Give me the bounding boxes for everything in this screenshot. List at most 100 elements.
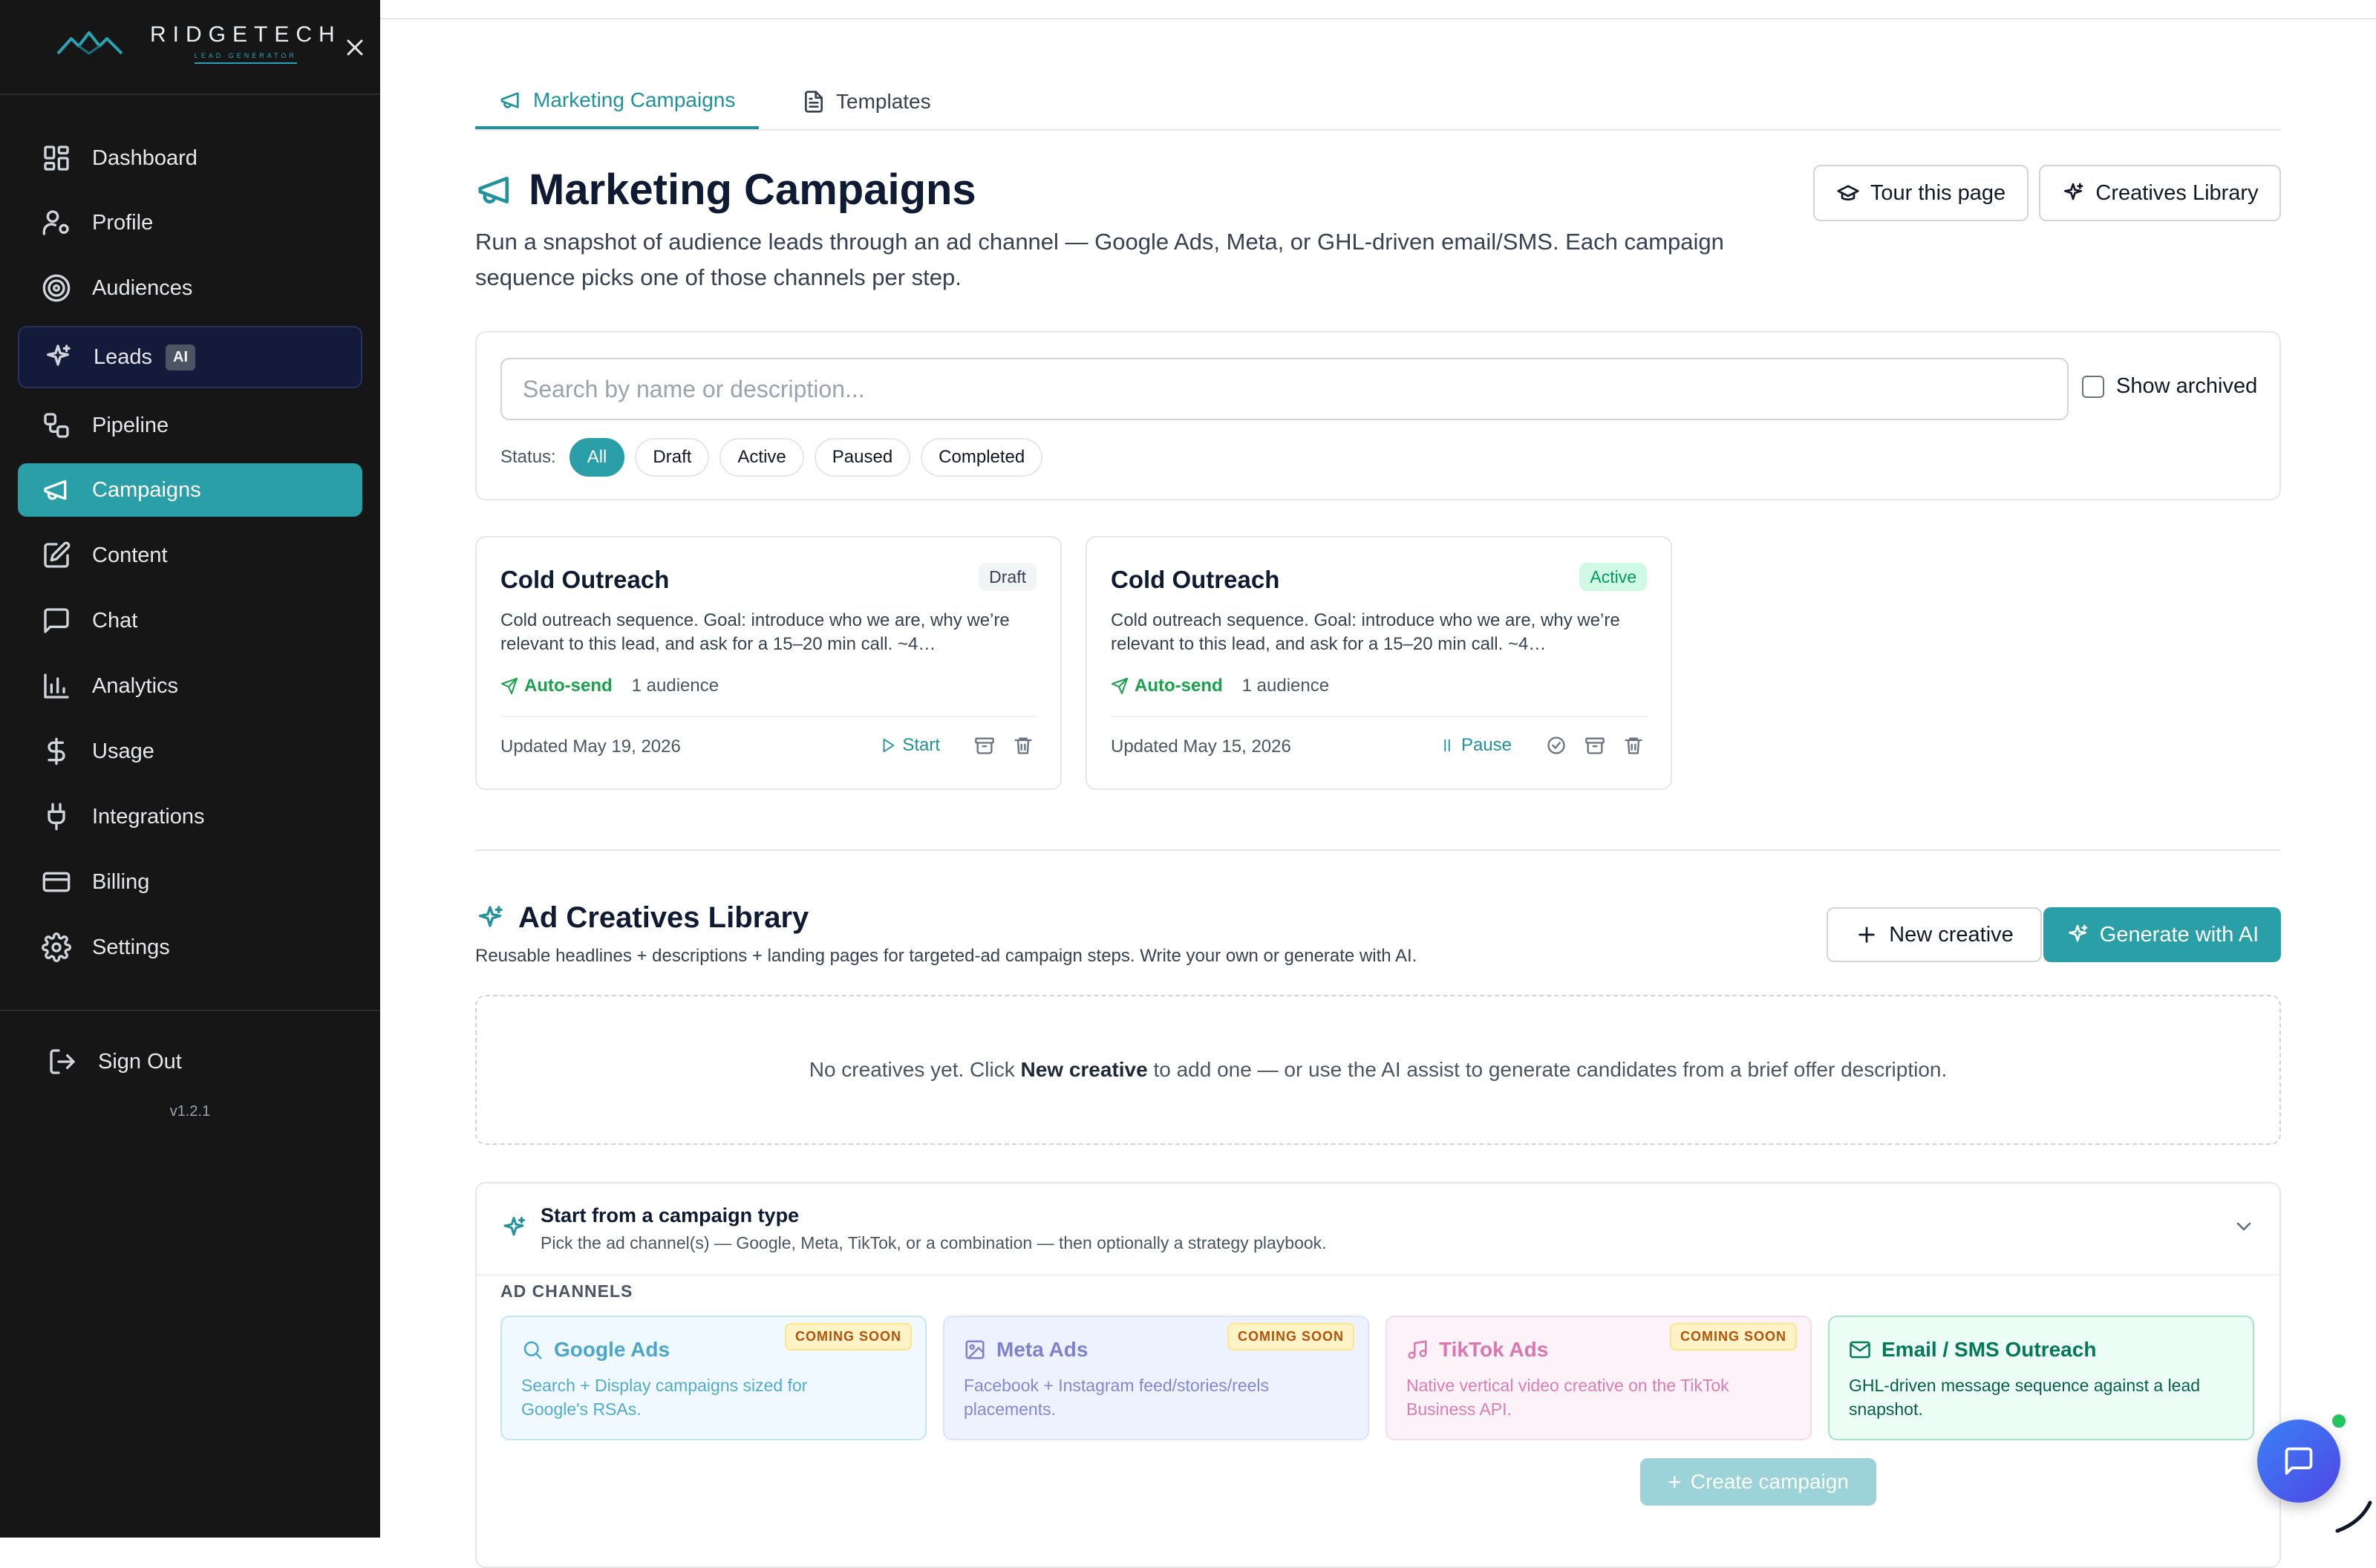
- sidebar-item-audiences[interactable]: Audiences: [18, 261, 362, 315]
- channel-google-ads[interactable]: COMING SOON Google Ads Search + Display …: [500, 1316, 927, 1440]
- search-input[interactable]: [500, 358, 2069, 420]
- empty-text-end: to add one — or use the AI assist to gen…: [1147, 1058, 1948, 1081]
- collapse-toggle[interactable]: [2232, 1215, 2256, 1238]
- sidebar-item-pipeline[interactable]: Pipeline: [18, 399, 362, 452]
- campaign-description: Cold outreach sequence. Goal: introduce …: [1111, 610, 1620, 654]
- updated-date: Updated May 19, 2026: [500, 736, 681, 757]
- brand-logo[interactable]: RIDGETECH LEAD GENERATOR: [56, 22, 342, 64]
- sidebar-item-analytics[interactable]: Analytics: [18, 659, 362, 713]
- status-chip-all[interactable]: All: [569, 438, 625, 477]
- channel-tiktok-ads[interactable]: COMING SOON TikTok Ads Native vertical v…: [1386, 1316, 1812, 1440]
- campaign-card[interactable]: Cold Outreach Active Cold outreach seque…: [1086, 536, 1672, 790]
- campaign-type-panel: Start from a campaign type Pick the ad c…: [475, 1182, 2281, 1568]
- brand-subtitle: LEAD GENERATOR: [195, 52, 297, 64]
- card-actions: Start: [880, 735, 1034, 756]
- tour-page-button[interactable]: Tour this page: [1813, 165, 2029, 221]
- tab-templates[interactable]: Templates: [796, 74, 937, 129]
- channel-description: Search + Display campaigns sized for Goo…: [521, 1376, 808, 1419]
- dollar-icon: [48, 737, 65, 765]
- pause-button[interactable]: Pause: [1439, 735, 1512, 756]
- edit-icon: [44, 541, 71, 568]
- generate-with-ai-button[interactable]: Generate with AI: [2043, 907, 2281, 962]
- status-chip-paused[interactable]: Paused: [814, 438, 911, 477]
- grid-icon: [44, 146, 69, 171]
- show-archived-checkbox[interactable]: [2082, 375, 2104, 398]
- new-creative-label: New creative: [1889, 922, 2014, 947]
- show-archived-label: Show archived: [2116, 374, 2258, 398]
- mail-icon: [1850, 1341, 1870, 1359]
- sidebar-item-label: Chat: [92, 608, 138, 633]
- sidebar-item-label: Billing: [92, 869, 150, 894]
- megaphone-icon: [44, 480, 67, 500]
- campaign-type-header[interactable]: Start from a campaign type Pick the ad c…: [500, 1204, 1327, 1253]
- complete-button[interactable]: [1546, 735, 1567, 756]
- start-label: Start: [902, 735, 940, 755]
- coming-soon-badge: COMING SOON: [1669, 1323, 1797, 1350]
- sidebar-item-label: Dashboard: [92, 146, 198, 170]
- channel-description: GHL-driven message sequence against a le…: [1849, 1376, 2201, 1419]
- sidebar-item-dashboard[interactable]: Dashboard: [18, 131, 362, 185]
- card-divider: [1111, 716, 1647, 717]
- sidebar-item-settings[interactable]: Settings: [18, 921, 362, 974]
- sidebar-item-profile[interactable]: Profile: [18, 196, 362, 249]
- tab-marketing-campaigns[interactable]: Marketing Campaigns: [475, 74, 760, 129]
- sidebar-item-campaigns[interactable]: Campaigns: [18, 463, 362, 517]
- sign-out-button[interactable]: Sign Out: [24, 1035, 368, 1088]
- sidebar-item-content[interactable]: Content: [18, 529, 362, 582]
- close-icon: [347, 39, 363, 56]
- channel-meta-ads[interactable]: COMING SOON Meta Ads Facebook + Instagra…: [943, 1316, 1369, 1440]
- trash-icon: [1014, 737, 1032, 754]
- status-chip-draft[interactable]: Draft: [635, 438, 710, 477]
- channel-description: Facebook + Instagram feed/stories/reels …: [964, 1376, 1270, 1419]
- campaign-card[interactable]: Cold Outreach Draft Cold outreach sequen…: [475, 536, 1062, 790]
- sidebar-item-integrations[interactable]: Integrations: [18, 790, 362, 843]
- start-button[interactable]: Start: [880, 735, 940, 756]
- ai-badge: AI: [166, 344, 196, 370]
- sidebar-item-label: Usage: [92, 739, 154, 763]
- channel-name: TikTok Ads: [1439, 1338, 1549, 1361]
- archive-icon: [1585, 737, 1605, 754]
- message-icon: [44, 608, 69, 633]
- graduation-cap-icon: [1837, 185, 1859, 200]
- online-status-dot: [2330, 1412, 2348, 1430]
- archive-button[interactable]: [974, 735, 995, 756]
- logout-icon: [50, 1049, 75, 1074]
- new-creative-button[interactable]: New creative: [1827, 907, 2042, 962]
- tab-label: Marketing Campaigns: [533, 88, 736, 111]
- coming-soon-badge: COMING SOON: [784, 1323, 912, 1350]
- plus-icon: [1858, 927, 1875, 943]
- show-archived-toggle[interactable]: Show archived: [2082, 374, 2257, 399]
- create-campaign-button[interactable]: + Create campaign: [1640, 1458, 1876, 1506]
- megaphone-icon: [478, 176, 509, 203]
- top-divider: [380, 18, 2376, 19]
- sidebar-item-label: Content: [92, 543, 168, 567]
- sparkles-icon: [479, 905, 503, 927]
- status-chip-completed[interactable]: Completed: [921, 438, 1043, 477]
- channel-name: Google Ads: [554, 1338, 670, 1361]
- user-gear-icon: [42, 210, 69, 235]
- sidebar-item-leads[interactable]: Leads AI: [18, 326, 362, 388]
- resize-handle-icon: [2335, 1500, 2372, 1533]
- creatives-library-button[interactable]: Creatives Library: [2039, 165, 2281, 221]
- archive-button[interactable]: [1584, 735, 1605, 756]
- status-chip-active[interactable]: Active: [719, 438, 804, 477]
- sidebar-item-billing[interactable]: Billing: [18, 855, 362, 909]
- send-mode-label: Auto-send: [524, 676, 613, 696]
- sidebar-item-usage[interactable]: Usage: [18, 725, 362, 778]
- channel-description: Native vertical video creative on the Ti…: [1406, 1376, 1729, 1419]
- delete-button[interactable]: [1623, 735, 1644, 756]
- chat-widget-button[interactable]: [2257, 1420, 2340, 1503]
- delete-button[interactable]: [1013, 735, 1034, 756]
- sidebar-item-chat[interactable]: Chat: [18, 594, 362, 647]
- close-sidebar-button[interactable]: [342, 34, 368, 61]
- creatives-header: Ad Creatives Library: [475, 901, 809, 935]
- auto-send-indicator: Auto-send: [1111, 676, 1223, 696]
- sidebar-item-label: Pipeline: [92, 413, 169, 437]
- channel-email-sms[interactable]: Email / SMS Outreach GHL-driven message …: [1828, 1316, 2254, 1440]
- send-icon: [501, 678, 518, 694]
- credit-card-icon: [42, 872, 71, 892]
- campaign-title: Cold Outreach: [500, 566, 670, 593]
- image-icon: [965, 1340, 985, 1359]
- chat-bubble-icon: [2285, 1447, 2313, 1475]
- sidebar-item-label: Profile: [92, 210, 154, 235]
